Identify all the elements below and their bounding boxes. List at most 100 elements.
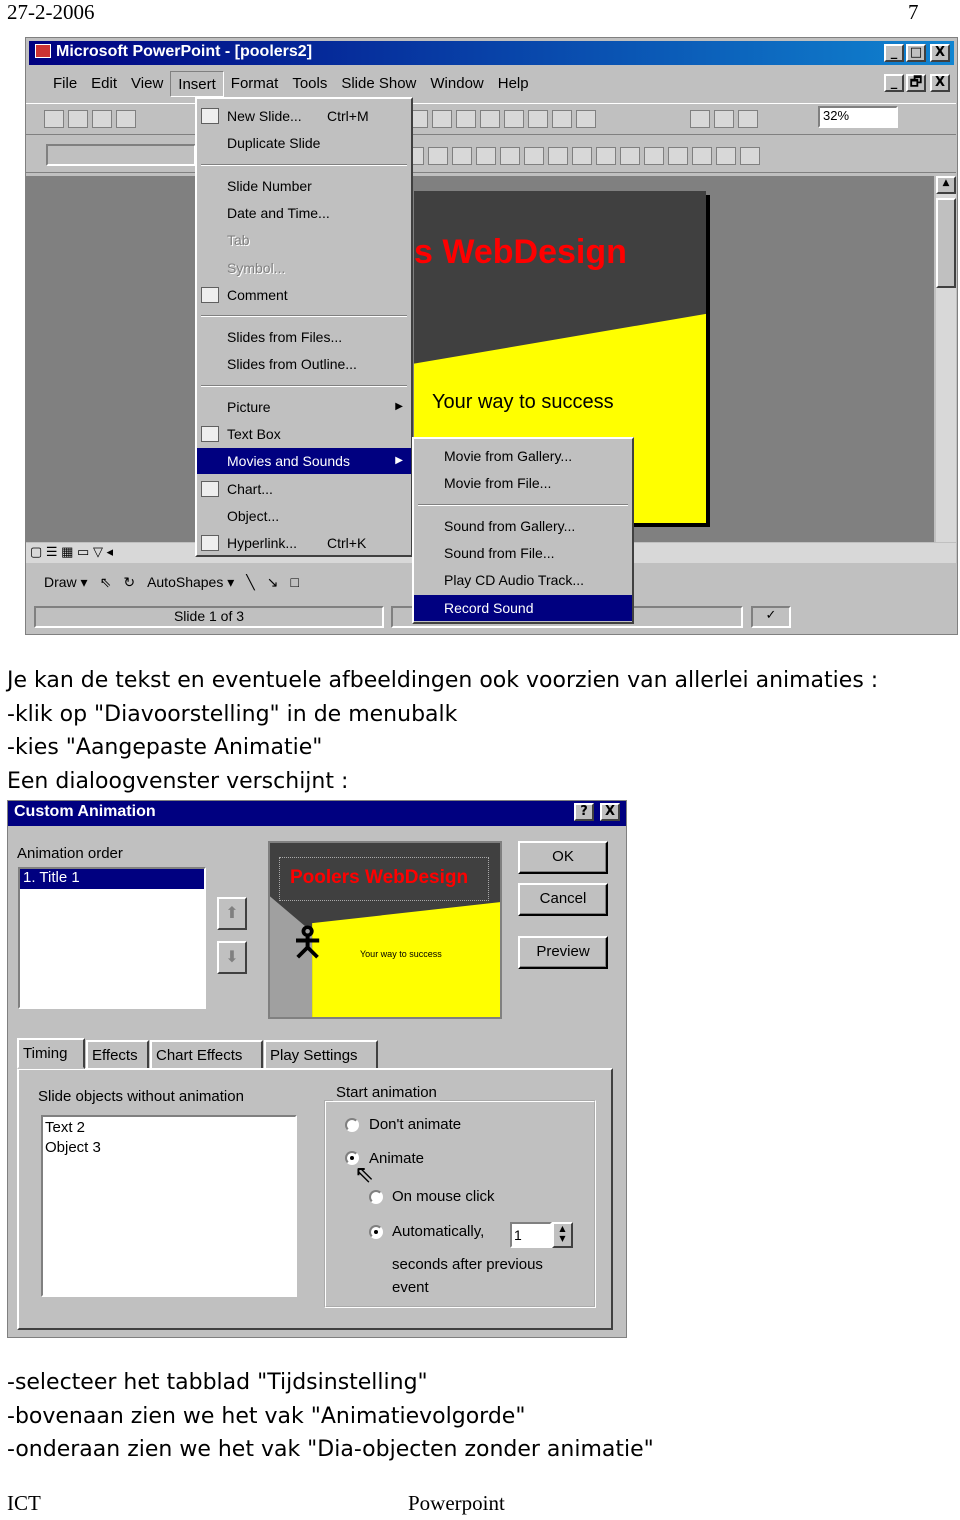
tab-effects[interactable]: Effects [86, 1040, 149, 1069]
menu-file[interactable]: File [46, 71, 84, 97]
promote-icon[interactable] [692, 146, 712, 165]
dont-animate-label[interactable]: Don't animate [369, 1116, 461, 1133]
animation-order-item[interactable]: 1. Title 1 [20, 869, 204, 889]
seconds-input[interactable]: 1 [510, 1222, 552, 1248]
on-mouse-click-label[interactable]: On mouse click [392, 1188, 495, 1205]
menu-item-object[interactable]: Object... [197, 503, 411, 529]
center-icon[interactable] [524, 146, 544, 165]
decrease-font-icon[interactable] [668, 146, 688, 165]
maximize-button[interactable]: □ [906, 44, 926, 62]
insert-excel-icon[interactable] [480, 110, 500, 128]
menu-item-hyperlink[interactable]: Hyperlink... Ctrl+K [197, 530, 411, 556]
animation-effects-icon[interactable] [740, 146, 760, 165]
zoom-select[interactable]: 32% [818, 106, 898, 128]
grayscale-icon[interactable] [714, 110, 734, 128]
underline-icon[interactable] [452, 146, 472, 165]
background-icon[interactable] [690, 110, 710, 128]
dialog-close-button[interactable]: X [600, 803, 620, 821]
menu-window[interactable]: Window [423, 71, 490, 97]
line-icon[interactable]: ╲ [246, 574, 254, 591]
new-icon[interactable] [44, 110, 64, 128]
menu-insert[interactable]: Insert [170, 71, 224, 97]
align-left-icon[interactable] [500, 146, 520, 165]
ok-button[interactable]: OK [518, 841, 608, 874]
vertical-scrollbar[interactable]: ▲ [936, 176, 956, 542]
decrease-spacing-icon[interactable] [620, 146, 640, 165]
help-button[interactable]: ? [574, 803, 594, 821]
doc-minimize-button[interactable]: _ [884, 74, 904, 92]
menu-slide-show[interactable]: Slide Show [334, 71, 423, 97]
minimize-button[interactable]: _ [884, 44, 904, 62]
tab-play-settings[interactable]: Play Settings [264, 1040, 378, 1069]
italic-icon[interactable] [428, 146, 448, 165]
help-icon[interactable] [738, 110, 758, 128]
move-up-button[interactable]: ⬆ [217, 897, 247, 930]
doc-restore-button[interactable]: 🗗 [906, 74, 926, 92]
menu-view[interactable]: View [124, 71, 170, 97]
automatically-radio[interactable] [369, 1225, 383, 1239]
menu-item-text-box[interactable]: Text Box [197, 421, 411, 447]
rectangle-icon[interactable]: □ [290, 574, 298, 590]
menu-item-comment[interactable]: Comment [197, 282, 411, 308]
tab-timing[interactable]: Timing [17, 1038, 85, 1069]
menu-help[interactable]: Help [491, 71, 536, 97]
autoshapes-menu-button[interactable]: AutoShapes ▾ [147, 574, 234, 591]
insert-word-table-icon[interactable] [456, 110, 476, 128]
menu-item-movie-from-gallery[interactable]: Movie from Gallery... [414, 443, 632, 469]
menu-item-new-slide[interactable]: New Slide... Ctrl+M [197, 103, 411, 129]
objects-without-animation-list[interactable]: Text 2 Object 3 [41, 1115, 297, 1297]
seconds-spinner[interactable]: ▲ ▼ [552, 1222, 573, 1248]
menu-item-play-cd-audio-track[interactable]: Play CD Audio Track... [414, 567, 632, 593]
on-mouse-click-radio[interactable] [369, 1190, 383, 1204]
view-buttons-icon[interactable]: ▢ ☰ ▦ ▭ ▽ ◂ [30, 544, 113, 560]
save-icon[interactable] [92, 110, 112, 128]
menu-item-record-sound[interactable]: Record Sound [414, 594, 632, 621]
automatically-label[interactable]: Automatically, [392, 1223, 484, 1240]
demote-icon[interactable] [716, 146, 736, 165]
increase-font-icon[interactable] [644, 146, 664, 165]
bullets-icon[interactable] [572, 146, 592, 165]
arrow-icon[interactable]: ↘ [267, 574, 279, 591]
menu-item-movies-and-sounds[interactable]: Movies and Sounds ▶ [197, 448, 411, 475]
menu-item-slides-from-outline[interactable]: Slides from Outline... [197, 351, 411, 377]
menu-item-duplicate-slide[interactable]: Duplicate Slide [197, 130, 411, 156]
menu-tools[interactable]: Tools [285, 71, 334, 97]
menu-item-sound-from-file[interactable]: Sound from File... [414, 540, 632, 566]
free-rotate-icon[interactable]: ↻ [123, 574, 135, 591]
clip-art-icon[interactable] [528, 110, 548, 128]
object-list-item[interactable]: Object 3 [45, 1138, 293, 1158]
insert-chart-icon[interactable] [504, 110, 524, 128]
layout-icon[interactable] [576, 110, 596, 128]
print-icon[interactable] [116, 110, 136, 128]
doc-close-button[interactable]: X [930, 74, 950, 92]
menu-item-chart[interactable]: Chart... [197, 476, 411, 502]
increase-spacing-icon[interactable] [596, 146, 616, 165]
new-slide-icon[interactable] [552, 110, 572, 128]
animate-label[interactable]: Animate [369, 1150, 424, 1167]
web-toolbar-icon[interactable] [432, 110, 452, 128]
open-icon[interactable] [68, 110, 88, 128]
draw-menu-button[interactable]: Draw ▾ [44, 574, 88, 591]
object-list-item[interactable]: Text 2 [45, 1118, 293, 1138]
shadow-icon[interactable] [476, 146, 496, 165]
menu-item-slide-number[interactable]: Slide Number [197, 173, 411, 199]
close-button[interactable]: X [930, 44, 950, 62]
menu-item-date-and-time[interactable]: Date and Time... [197, 200, 411, 226]
menu-item-slides-from-files[interactable]: Slides from Files... [197, 324, 411, 350]
scroll-thumb[interactable] [936, 198, 956, 288]
select-arrow-icon[interactable]: ⇖ [100, 574, 112, 591]
preview-button[interactable]: Preview [518, 936, 608, 969]
move-down-button[interactable]: ⬇ [217, 941, 247, 974]
spelling-status-icon[interactable]: ✓ [751, 606, 791, 628]
menu-edit[interactable]: Edit [84, 71, 124, 97]
animation-order-list[interactable]: 1. Title 1 [18, 867, 206, 1009]
scroll-up-button[interactable]: ▲ [936, 176, 956, 194]
tab-chart-effects[interactable]: Chart Effects [150, 1040, 263, 1069]
menu-item-movie-from-file[interactable]: Movie from File... [414, 470, 632, 496]
menu-item-picture[interactable]: Picture ▶ [197, 394, 411, 420]
align-right-icon[interactable] [548, 146, 568, 165]
font-select[interactable] [46, 144, 196, 166]
menu-item-sound-from-gallery[interactable]: Sound from Gallery... [414, 513, 632, 539]
menu-format[interactable]: Format [224, 71, 286, 97]
dont-animate-radio[interactable] [345, 1118, 359, 1132]
